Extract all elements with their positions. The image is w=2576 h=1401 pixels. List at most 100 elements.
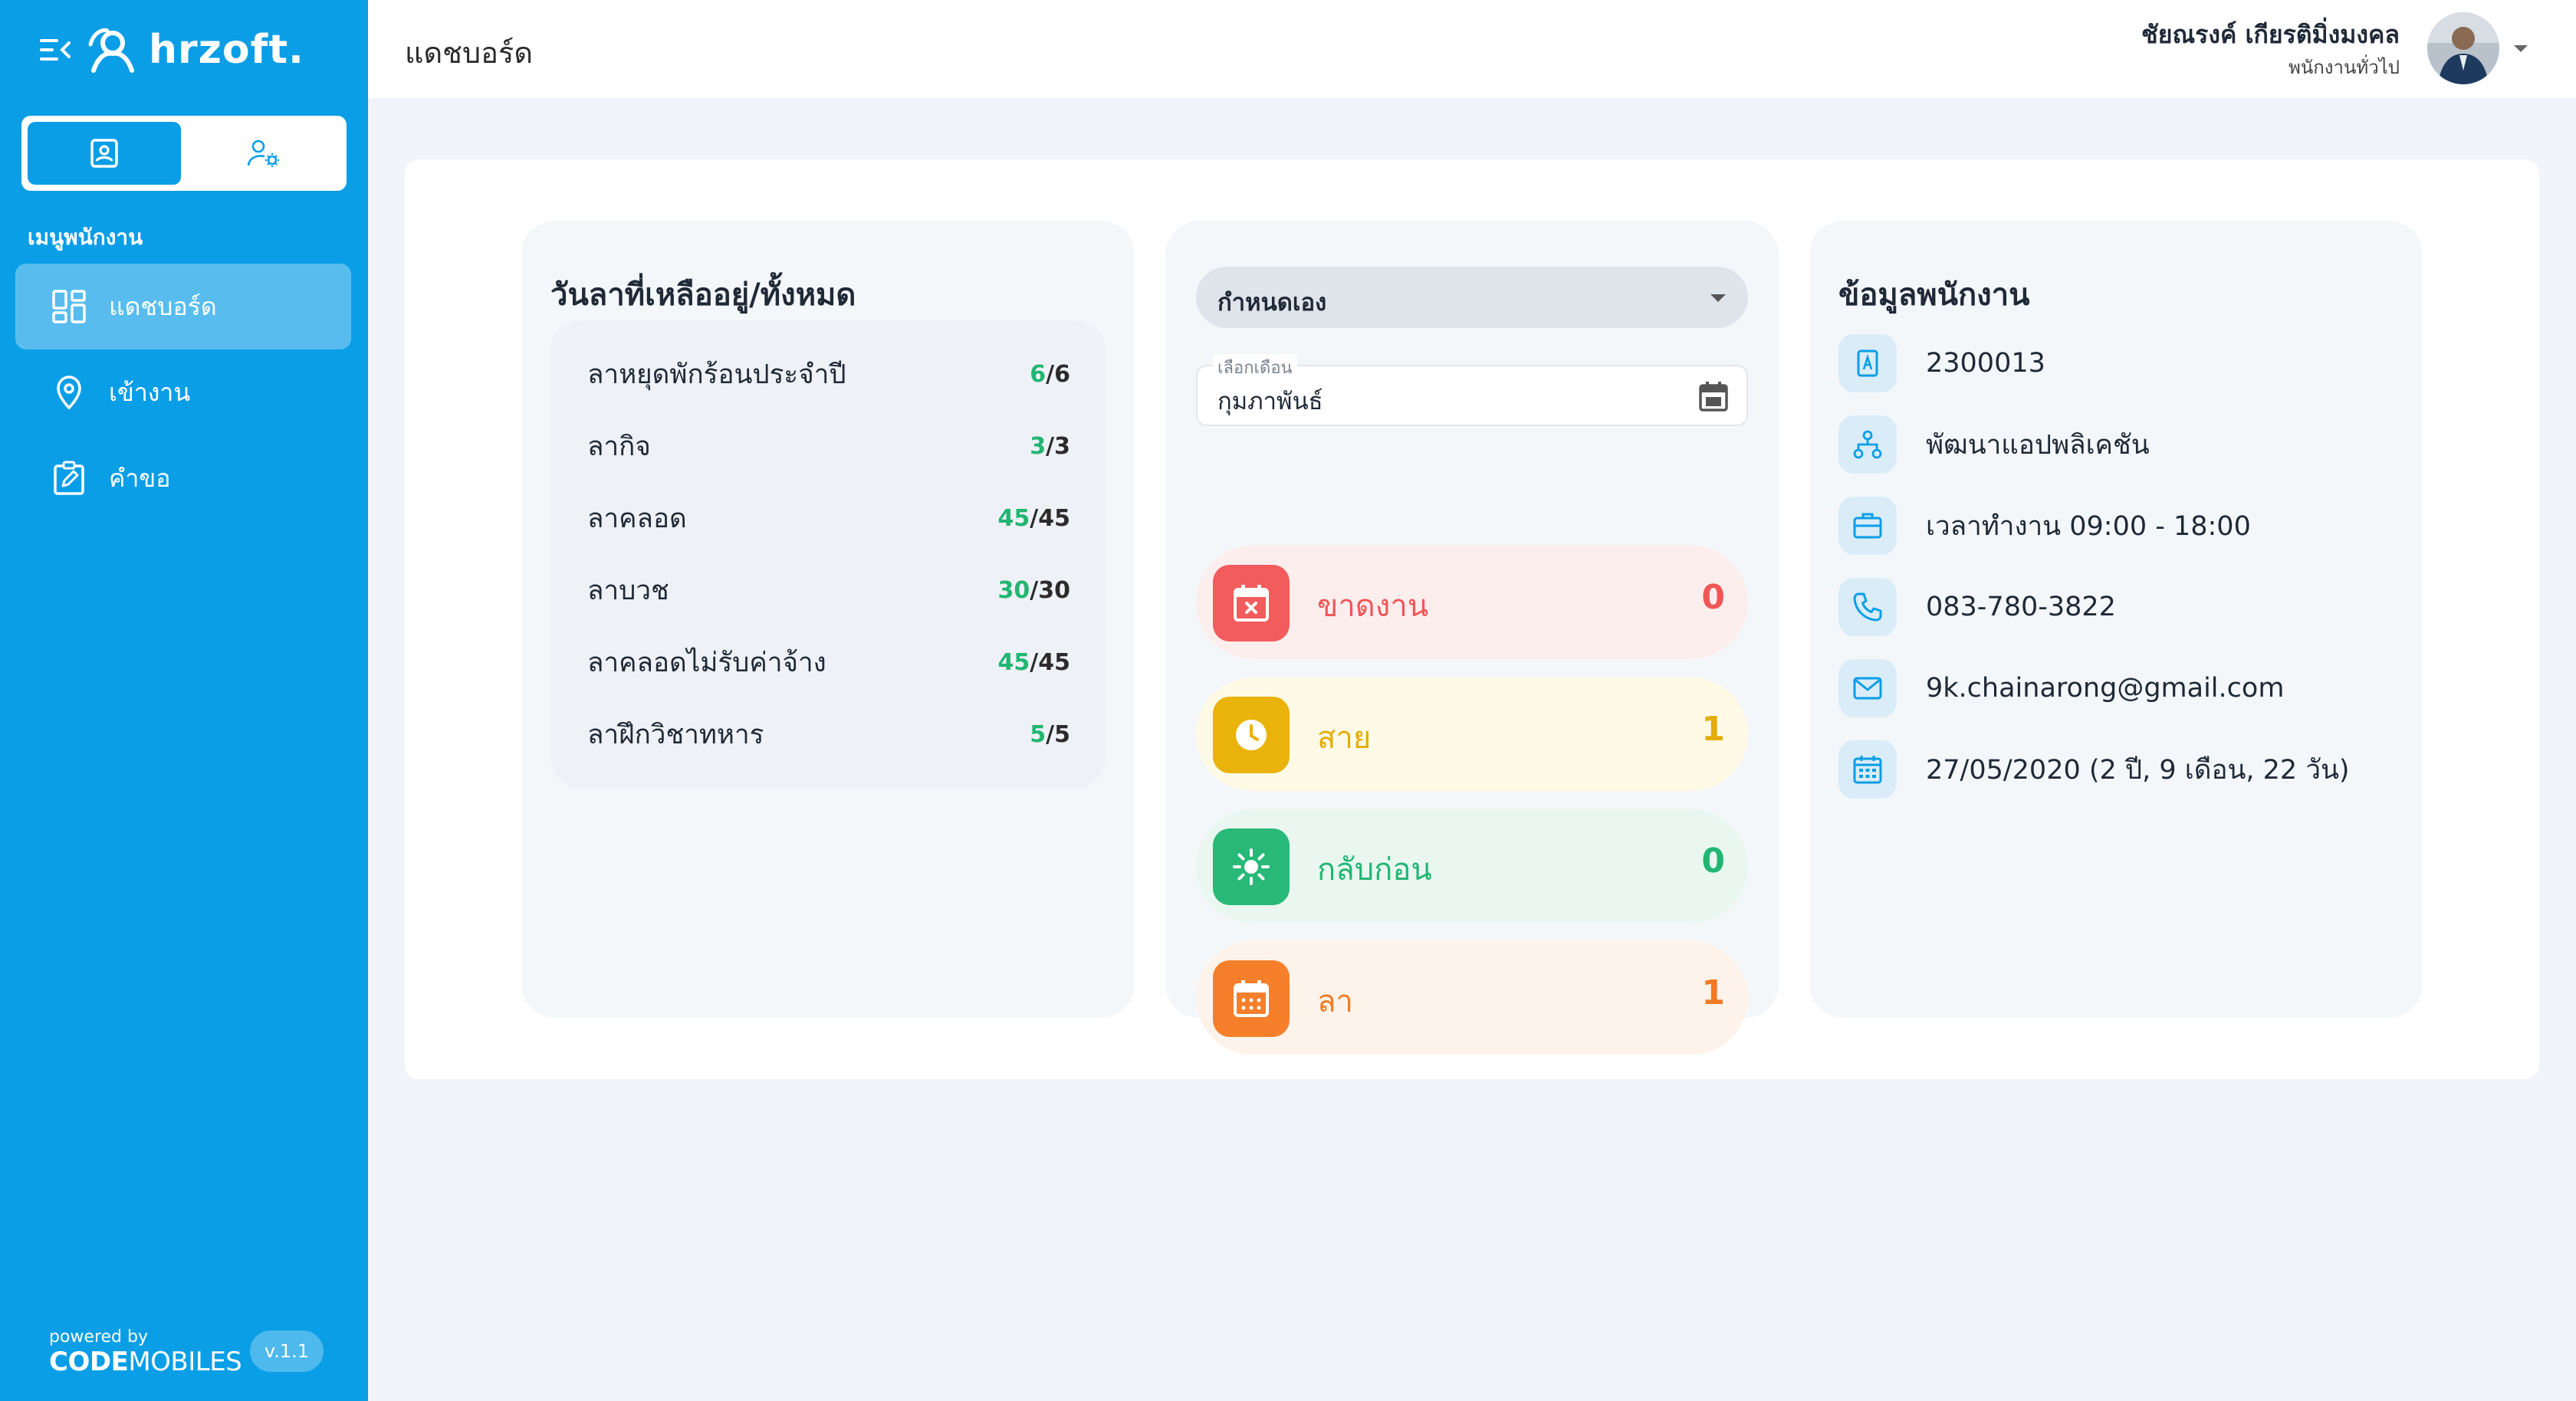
leave-label: ลา: [1317, 984, 1353, 1019]
briefcase-icon: [1838, 497, 1897, 555]
early-leave-icon-box: [1213, 828, 1290, 905]
top-header: แดชบอร์ด ชัยณรงค์ เกียรติมิ่งมงคล พนักงา…: [368, 0, 2576, 98]
employee-mode-button[interactable]: [28, 122, 181, 185]
leave-total: /6: [1046, 360, 1070, 388]
menu-collapse-icon[interactable]: [40, 36, 71, 64]
start-date-row: 27/05/2020 (2 ปี, 9 เดือน, 22 วัน): [1838, 740, 2350, 799]
mail-icon: [1838, 659, 1897, 717]
page-title: แดชบอร์ด: [405, 36, 533, 70]
leave-total: /5: [1046, 720, 1070, 748]
department-name: พัฒนาแอปพลิเคชัน: [1926, 429, 2150, 461]
sidebar-item-label: เข้างาน: [109, 377, 191, 407]
employee-card-icon: [90, 139, 118, 168]
sun-icon: [1233, 848, 1270, 885]
leave-remaining: 30: [997, 576, 1030, 604]
list-item: ลาบวช 30/30: [587, 567, 1070, 613]
leave-balance-list: ลาหยุดพักร้อนประจำปี 6/6 ลากิจ 3/3 ลาคลอ…: [550, 320, 1106, 788]
calendar-icon: [1838, 740, 1897, 799]
employee-info-title: ข้อมูลพนักงาน: [1838, 277, 2030, 313]
sidebar-item-label: แดชบอร์ด: [109, 291, 217, 321]
dashboard-icon: [52, 290, 86, 323]
powered-brand-rest: MOBILES: [128, 1347, 242, 1377]
leave-type-name: ลากิจ: [587, 431, 651, 462]
leave-count: 1: [1701, 973, 1725, 1012]
id-badge-icon: [1838, 334, 1897, 392]
email-row: 9k.chainarong@gmail.com: [1838, 659, 2284, 717]
absent-count: 0: [1701, 578, 1725, 617]
leave-total: /45: [1030, 648, 1070, 676]
chevron-down-icon[interactable]: [2512, 41, 2530, 55]
leave-icon-box: [1213, 960, 1290, 1037]
list-item: ลาคลอด 45/45: [587, 495, 1070, 541]
leave-type-name: ลาบวช: [587, 575, 669, 606]
avatar[interactable]: [2427, 12, 2499, 84]
list-item: ลาหยุดพักร้อนประจำปี 6/6: [587, 351, 1070, 397]
leave-type-name: ลาคลอดไม่รับค่าจ้าง: [587, 647, 826, 678]
leave-balance-value: 45/45: [998, 649, 1070, 676]
phone-number: 083-780-3822: [1926, 592, 2116, 622]
mode-switch: [21, 116, 347, 191]
leave-balance-value: 45/45: [998, 505, 1070, 532]
menu-heading: เมนูพนักงาน: [28, 225, 143, 250]
leave-balance-value: 3/3: [1030, 433, 1070, 460]
powered-brand: CODEMOBILES: [49, 1347, 242, 1376]
work-hours: เวลาทำงาน 09:00 - 18:00: [1926, 510, 2251, 542]
leave-type-name: ลาฝึกวิชาทหาร: [587, 719, 764, 750]
sidebar-item-label: คำขอ: [109, 463, 171, 493]
avatar-image: [2427, 12, 2499, 84]
calendar-icon[interactable]: [1697, 380, 1730, 412]
location-pin-icon: [57, 376, 81, 410]
calendar-icon: [1234, 980, 1269, 1017]
early-leave-stat-card[interactable]: กลับก่อน 0: [1196, 809, 1748, 923]
late-label: สาย: [1317, 720, 1372, 756]
employee-id: 2300013: [1926, 348, 2045, 379]
brand-name: hrzoft.: [149, 27, 304, 73]
leave-balance-title: วันลาที่เหลืออยู่/ทั้งหมด: [550, 277, 856, 313]
employee-id-row: 2300013: [1838, 334, 2045, 392]
start-date: 27/05/2020 (2 ปี, 9 เดือน, 22 วัน): [1926, 754, 2350, 786]
leave-remaining: 5: [1030, 720, 1046, 748]
month-picker-field[interactable]: เลือกเดือน กุมภาพันธ์: [1196, 354, 1748, 426]
sidebar-item-requests[interactable]: คำขอ: [15, 435, 351, 521]
list-item: ลาคลอดไม่รับค่าจ้าง 45/45: [587, 639, 1070, 685]
early-leave-count: 0: [1701, 842, 1725, 881]
version-badge: v.1.1: [250, 1330, 324, 1372]
early-leave-label: กลับก่อน: [1317, 852, 1432, 888]
dashboard-card: วันลาที่เหลืออยู่/ทั้งหมด ลาหยุดพักร้อนป…: [405, 159, 2539, 1079]
list-item: ลากิจ 3/3: [587, 423, 1070, 469]
department-row: พัฒนาแอปพลิเคชัน: [1838, 415, 2150, 474]
attendance-panel: กำหนดเอง เลือกเดือน กุมภาพันธ์ ขาดงาน 0 …: [1165, 221, 1779, 1055]
admin-mode-button[interactable]: [187, 122, 340, 185]
leave-remaining: 3: [1030, 432, 1046, 460]
leave-balance-value: 30/30: [998, 577, 1070, 604]
absent-stat-card[interactable]: ขาดงาน 0: [1196, 546, 1748, 659]
leave-remaining: 6: [1030, 360, 1046, 388]
month-picker-label: เลือกเดือน: [1213, 354, 1297, 381]
powered-brand-bold: CODE: [49, 1347, 129, 1377]
late-stat-card[interactable]: สาย 1: [1196, 678, 1748, 791]
leave-type-name: ลาหยุดพักร้อนประจำปี: [587, 359, 846, 390]
sidebar-item-check-in[interactable]: เข้างาน: [15, 349, 351, 435]
clock-icon: [1236, 720, 1267, 750]
user-name: ชัยณรงค์ เกียรติมิ่งมงคล: [2141, 20, 2400, 49]
phone-row: 083-780-3822: [1838, 578, 2116, 636]
sidebar-item-dashboard[interactable]: แดชบอร์ด: [15, 264, 351, 349]
leave-balance-value: 6/6: [1030, 361, 1070, 388]
leave-total: /45: [1030, 504, 1070, 532]
powered-by: powered by CODEMOBILES: [49, 1327, 242, 1376]
brand-logo-icon: [88, 28, 134, 73]
leave-total: /3: [1046, 432, 1070, 460]
leave-balance-panel: วันลาที่เหลืออยู่/ทั้งหมด ลาหยุดพักร้อนป…: [521, 221, 1135, 1018]
leave-balance-value: 5/5: [1030, 721, 1070, 748]
absent-label: ขาดงาน: [1317, 589, 1429, 624]
sidebar: hrzoft. เมนูพนักงาน แดชบอร์ด เข้างาน คำข…: [0, 0, 368, 1401]
month-picker-value: กุมภาพันธ์: [1217, 388, 1323, 415]
email-address: 9k.chainarong@gmail.com: [1926, 673, 2285, 704]
calendar-x-icon: [1234, 585, 1269, 622]
phone-icon: [1838, 578, 1897, 636]
chevron-down-icon: [1710, 294, 1726, 302]
leave-stat-card[interactable]: ลา 1: [1196, 941, 1748, 1055]
period-mode-select[interactable]: กำหนดเอง: [1196, 267, 1748, 328]
late-icon-box: [1213, 697, 1290, 773]
user-role: พนักงานทั่วไป: [2288, 57, 2400, 78]
